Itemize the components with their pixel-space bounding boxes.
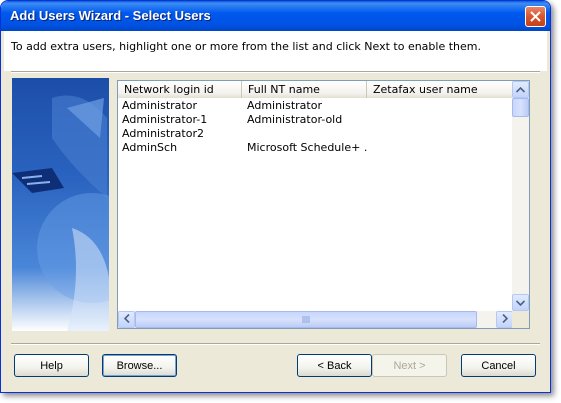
cell-full-name: Microsoft Schedule+ ... [247, 141, 368, 154]
list-item[interactable]: Administrator Administrator [118, 99, 513, 113]
add-users-wizard-window: Add Users Wizard - Select Users To add e… [0, 0, 551, 393]
back-button[interactable]: < Back [297, 354, 372, 377]
close-icon [530, 11, 541, 22]
arrow-up-icon [515, 83, 526, 96]
cell-login-id: Administrator2 [122, 127, 204, 140]
arrow-left-icon [123, 313, 130, 326]
vertical-scroll-thumb[interactable] [512, 98, 529, 117]
scroll-left-button[interactable] [118, 311, 135, 328]
cell-full-name [243, 127, 368, 141]
next-button[interactable]: Next > [372, 354, 447, 377]
dialog-client-area: To add extra users, highlight one or mor… [4, 31, 547, 389]
horizontal-scrollbar[interactable] [118, 311, 513, 328]
cell-login-id: Administrator [122, 99, 197, 112]
cell-full-name: Administrator-old [247, 113, 343, 126]
column-zetafax-user-name[interactable]: Zetafax user name [367, 81, 513, 98]
grip-icon [302, 313, 310, 326]
next-button-label: Next > [393, 359, 426, 372]
scroll-up-button[interactable] [512, 81, 529, 98]
list-item[interactable]: AdminSch Microsoft Schedule+ ... [118, 141, 513, 155]
horizontal-scroll-thumb[interactable] [135, 311, 477, 328]
list-body: Administrator Administrator Administrato… [118, 99, 513, 155]
cell-zetafax-name [368, 99, 513, 113]
column-full-nt-name[interactable]: Full NT name [242, 81, 367, 98]
back-button-label: < Back [317, 359, 352, 372]
browse-button-label: Browse... [116, 359, 163, 372]
column-network-login-id[interactable]: Network login id [118, 81, 242, 98]
cancel-button-label: Cancel [481, 359, 516, 372]
cell-zetafax-name [368, 141, 513, 155]
arrow-down-icon [515, 296, 526, 309]
arrow-right-icon [501, 313, 508, 326]
close-button[interactable] [525, 6, 546, 27]
cell-zetafax-name [368, 113, 513, 127]
help-button-label: Help [40, 359, 63, 372]
cell-login-id: Administrator-1 [122, 113, 208, 126]
wizard-banner-graphic [12, 78, 109, 331]
list-item[interactable]: Administrator2 [118, 127, 513, 141]
vertical-scrollbar[interactable] [512, 81, 529, 311]
footer-separator [11, 343, 540, 345]
header-separator [11, 71, 540, 73]
title-bar[interactable]: Add Users Wizard - Select Users [1, 1, 550, 31]
header-band: To add extra users, highlight one or mor… [4, 31, 547, 71]
users-list[interactable]: Network login id Full NT name Zetafax us… [117, 80, 530, 329]
cell-full-name: Administrator [247, 99, 322, 112]
help-button[interactable]: Help [14, 354, 89, 377]
scroll-right-button[interactable] [496, 311, 513, 328]
list-item[interactable]: Administrator-1 Administrator-old [118, 113, 513, 127]
cell-login-id: AdminSch [122, 141, 178, 154]
scroll-down-button[interactable] [512, 294, 529, 311]
scrollbar-corner [512, 311, 529, 328]
window-title: Add Users Wizard - Select Users [10, 8, 211, 23]
instruction-text: To add extra users, highlight one or mor… [11, 40, 481, 53]
list-header: Network login id Full NT name Zetafax us… [118, 81, 513, 98]
cancel-button[interactable]: Cancel [461, 354, 536, 377]
cell-zetafax-name [368, 127, 513, 141]
browse-button[interactable]: Browse... [102, 354, 177, 377]
